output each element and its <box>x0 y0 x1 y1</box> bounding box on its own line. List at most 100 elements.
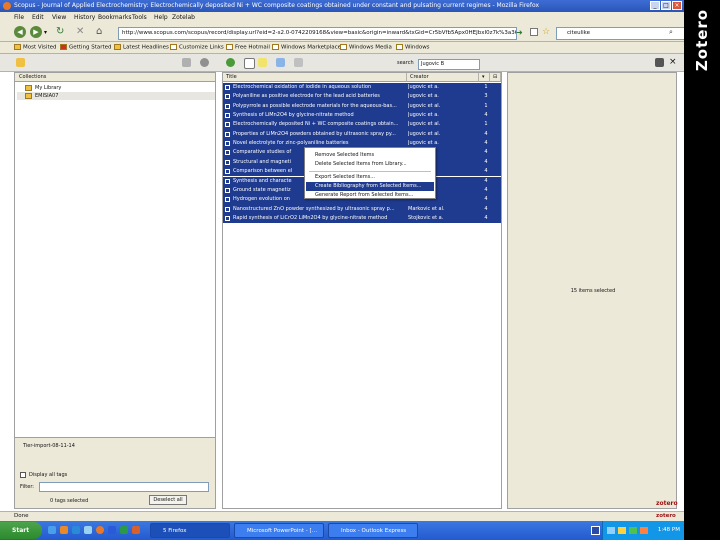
page-icon <box>60 44 67 50</box>
table-row[interactable]: Nanostructured ZnO powder synthesized by… <box>223 204 501 214</box>
menu-help[interactable]: Help <box>154 14 168 21</box>
quicklaunch-outlook-icon[interactable] <box>72 526 80 534</box>
menu-delete-selected-items[interactable]: Delete Selected Items from Library... <box>306 160 434 169</box>
column-header-attachments[interactable]: ▾ <box>479 73 490 82</box>
deselect-all-button[interactable]: Deselect all <box>149 495 187 505</box>
zotero-status-logo[interactable]: zotero <box>656 512 676 521</box>
zotero-search-input[interactable]: Jugovic B <box>418 59 480 70</box>
bookmark-getting-started[interactable]: Getting Started <box>60 44 112 51</box>
link-icon[interactable] <box>294 58 303 67</box>
attach-icon[interactable] <box>276 58 285 67</box>
column-header-title[interactable]: Title <box>223 73 407 82</box>
table-row[interactable]: Properties of LiMn2O4 powders obtained b… <box>223 129 501 140</box>
back-button[interactable]: ◀ <box>14 26 26 38</box>
stop-icon[interactable]: ✕ <box>76 26 84 37</box>
forward-button[interactable]: ▶ <box>30 26 42 38</box>
table-row[interactable]: Electrochemically deposited Ni + WC comp… <box>223 120 501 130</box>
collection-emisia07[interactable]: EMISIA07 <box>17 92 215 100</box>
menu-bookmarks[interactable]: Bookmarks <box>98 14 132 21</box>
item-title: Polypyrrole as possible electrode materi… <box>233 102 397 109</box>
quicklaunch-media-icon[interactable] <box>60 526 68 534</box>
dropdown-arrow-icon[interactable]: ▾ <box>44 29 47 36</box>
firefox-icon <box>3 2 11 10</box>
clock: 1:48 PM <box>657 527 680 533</box>
menu-zotelab[interactable]: Zotelab <box>172 14 195 21</box>
close-pane-icon[interactable]: × <box>669 57 677 67</box>
address-bar[interactable]: http://www.scopus.com/scopus/record/disp… <box>118 27 517 40</box>
task-powerpoint[interactable]: Microsoft PowerPoint - [… <box>234 523 324 538</box>
zotero-side-label: Zotero <box>693 8 711 72</box>
minimize-button[interactable]: _ <box>650 1 660 10</box>
tag-filter-input[interactable] <box>39 482 209 492</box>
window-titlebar[interactable]: Scopus - Journal of Applied Electrochemi… <box>0 0 684 12</box>
table-row[interactable]: Polyaniline as positive electrode for th… <box>223 92 501 102</box>
bookmark-windows-marketplace[interactable]: Windows Marketplace <box>272 44 341 51</box>
menu-remove-selected-items[interactable]: Remove Selected Items <box>306 151 434 160</box>
table-row[interactable]: Synthesis of LiMn2O4 by glycine-nitrate … <box>223 111 501 121</box>
go-arrow-icon[interactable]: ➜ <box>516 28 523 37</box>
new-note-icon[interactable] <box>258 58 267 67</box>
table-row[interactable]: Rapid synthesis of LiCrO2 LiMn2O4 by gly… <box>223 213 501 224</box>
reload-icon[interactable]: ↻ <box>56 26 64 37</box>
menu-file[interactable]: File <box>14 14 24 21</box>
item-creator: Jugovic et a. <box>408 112 439 119</box>
task-outlook-express[interactable]: Inbox - Outlook Express <box>328 523 418 538</box>
item-detail-pane: 15 items selected zotero <box>507 72 678 509</box>
collection-label: EMISIA07 <box>35 93 59 99</box>
quicklaunch-word-icon[interactable] <box>108 526 116 534</box>
bookmark-star-icon[interactable]: ☆ <box>542 27 550 37</box>
status-bar: Done zotero <box>0 511 684 521</box>
item-title: Properties of LiMn2O4 powders obtained b… <box>233 130 396 137</box>
display-all-tags-checkbox[interactable] <box>20 472 26 478</box>
menu-create-bibliography[interactable]: Create Bibliography from Selected Items.… <box>306 182 434 191</box>
collection-actions-icon[interactable] <box>182 58 191 67</box>
maximize-button[interactable]: □ <box>661 1 671 10</box>
tray-icons <box>607 527 651 534</box>
item-creator: Jugovic et a. <box>408 93 439 100</box>
table-row[interactable]: Polypyrrole as possible electrode materi… <box>223 101 501 112</box>
navigation-toolbar: ◀ ▶ ▾ ↻ ✕ ⌂ http://www.scopus.com/scopus… <box>0 23 684 42</box>
search-icon[interactable]: ⌕ <box>669 28 673 37</box>
close-button[interactable]: × <box>672 1 682 10</box>
system-tray: 1:48 PM <box>591 521 684 540</box>
search-field[interactable]: citeulike <box>556 27 684 40</box>
home-icon[interactable]: ⌂ <box>96 26 102 37</box>
bookmark-customize-links[interactable]: Customize Links <box>170 44 224 51</box>
new-collection-icon[interactable] <box>16 58 25 67</box>
bookmark-latest-headlines[interactable]: Latest Headlines <box>114 44 169 51</box>
quicklaunch-excel-icon[interactable] <box>120 526 128 534</box>
zotero-capture-icon[interactable] <box>530 28 538 36</box>
menu-generate-report[interactable]: Generate Report from Selected Items... <box>306 191 434 200</box>
fullscreen-icon[interactable] <box>655 58 664 67</box>
tag-entry[interactable]: Tier-import-08-11-14 <box>23 443 75 449</box>
quicklaunch-desktop-icon[interactable] <box>84 526 92 534</box>
menu-view[interactable]: View <box>52 14 66 21</box>
new-item-icon[interactable] <box>226 58 235 67</box>
bookmark-windows-media[interactable]: Windows Media <box>340 44 392 51</box>
table-row[interactable]: Electrochemical oxidation of iodide in a… <box>223 83 501 93</box>
journal-article-icon <box>225 131 230 137</box>
menu-edit[interactable]: Edit <box>32 14 44 21</box>
column-picker[interactable]: ⊟ <box>490 73 501 82</box>
menu-tools[interactable]: Tools <box>132 14 147 21</box>
add-by-identifier-icon[interactable] <box>244 58 255 69</box>
bookmark-most-visited[interactable]: Most Visited <box>14 44 56 51</box>
collection-my-library[interactable]: My Library <box>17 84 215 92</box>
journal-article-icon <box>225 178 230 184</box>
quicklaunch-firefox-icon[interactable] <box>96 526 104 534</box>
bookmark-windows[interactable]: Windows <box>396 44 430 51</box>
quicklaunch-ie-icon[interactable] <box>48 526 56 534</box>
quicklaunch-powerpoint-icon[interactable] <box>132 526 140 534</box>
menu-export-selected-items[interactable]: Export Selected Items... <box>306 173 434 182</box>
item-attachment-count: 4 <box>484 158 488 165</box>
actions-gear-icon[interactable] <box>200 58 209 67</box>
menu-history[interactable]: History <box>74 14 95 21</box>
bookmark-free-hotmail[interactable]: Free Hotmail <box>226 44 270 51</box>
item-creator: Jugovic et al. <box>408 130 441 137</box>
start-button[interactable]: Start <box>0 522 42 539</box>
bookmark-label: Most Visited <box>23 44 57 51</box>
language-icon[interactable] <box>591 526 600 535</box>
task-firefox[interactable]: 5 Firefox <box>150 523 230 538</box>
items-pane: Title Creator ▾ ⊟ Electrochemical oxidat… <box>222 72 502 509</box>
column-header-creator[interactable]: Creator <box>407 73 479 82</box>
